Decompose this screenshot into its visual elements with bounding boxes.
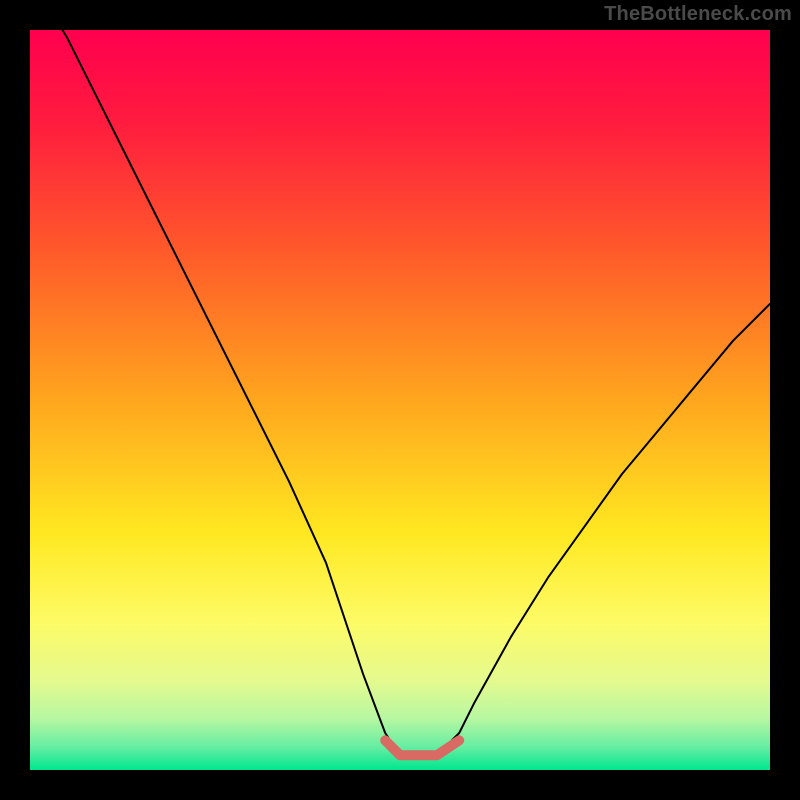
bottleneck-curve-path <box>30 30 770 755</box>
highlight-band-path <box>385 740 459 755</box>
chart-frame: TheBottleneck.com <box>0 0 800 800</box>
curve-layer <box>30 30 770 770</box>
plot-area <box>30 30 770 770</box>
watermark-text: TheBottleneck.com <box>604 3 792 26</box>
